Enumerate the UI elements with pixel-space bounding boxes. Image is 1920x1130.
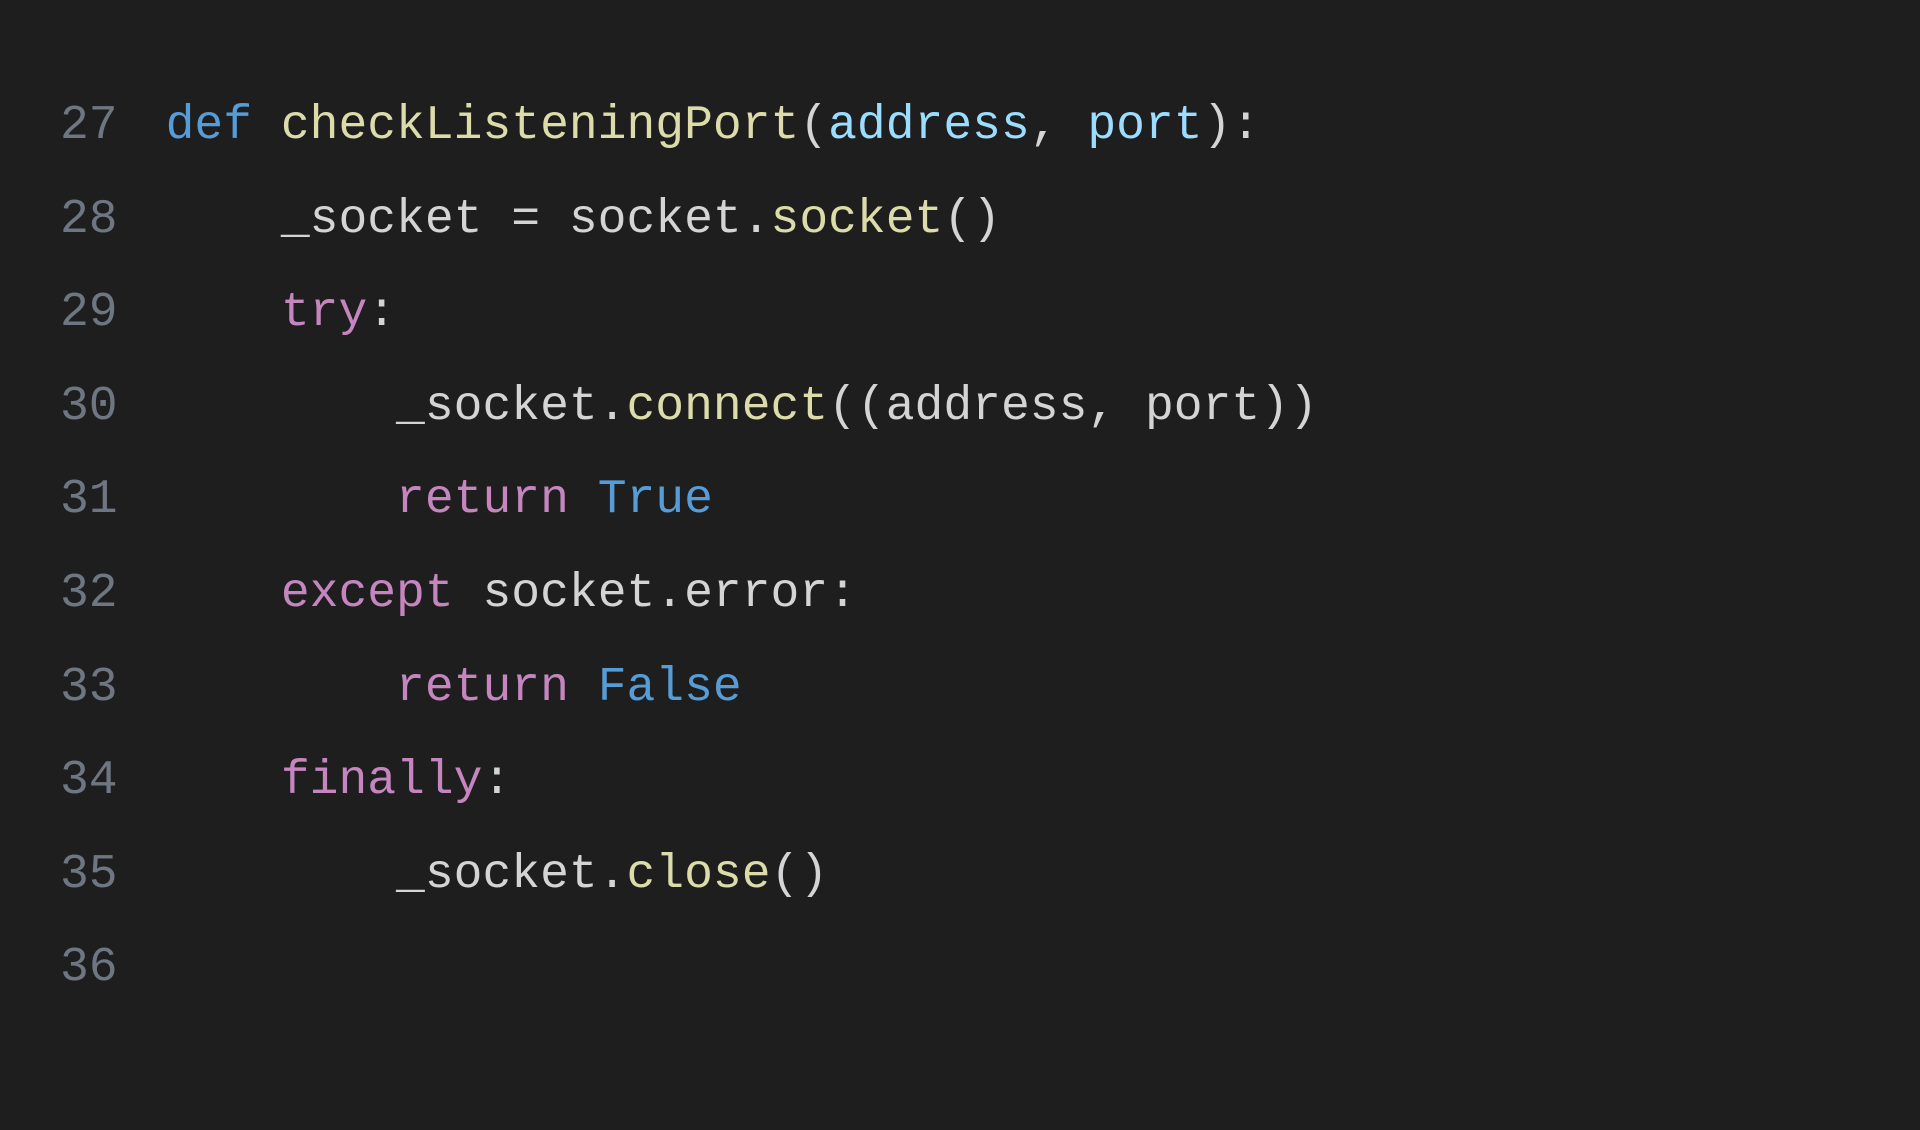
token: : xyxy=(482,754,511,808)
token: error xyxy=(684,567,828,621)
indent xyxy=(166,380,396,434)
token: socket xyxy=(771,193,944,247)
token: finally xyxy=(281,754,483,808)
token: checkListeningPort xyxy=(281,99,799,153)
code-line[interactable]: def checkListeningPort(address, port): xyxy=(166,80,1318,174)
token: (( xyxy=(828,380,886,434)
code-line[interactable]: _socket.close() xyxy=(166,829,1318,923)
line-number: 31 xyxy=(60,454,118,548)
indent xyxy=(166,473,396,527)
code-line[interactable]: return True xyxy=(166,454,1318,548)
line-number-gutter: 27282930313233343536 xyxy=(60,80,166,1016)
token: _socket xyxy=(396,380,598,434)
token: : xyxy=(367,286,396,340)
code-editor[interactable]: 27282930313233343536 def checkListeningP… xyxy=(20,20,1900,1076)
code-line[interactable]: except socket.error: xyxy=(166,548,1318,642)
code-line[interactable]: _socket = socket.socket() xyxy=(166,174,1318,268)
token: socket xyxy=(482,567,655,621)
token: _socket xyxy=(281,193,511,247)
line-number: 30 xyxy=(60,361,118,455)
token: ( xyxy=(799,99,828,153)
token: , xyxy=(1087,380,1145,434)
code-line[interactable]: try: xyxy=(166,267,1318,361)
code-line[interactable] xyxy=(166,922,1318,1016)
token: return xyxy=(396,473,598,527)
token: )) xyxy=(1260,380,1318,434)
token: . xyxy=(598,380,627,434)
token: connect xyxy=(627,380,829,434)
token: address xyxy=(828,99,1030,153)
token: except xyxy=(281,567,483,621)
token: . xyxy=(742,193,771,247)
code-line[interactable]: finally: xyxy=(166,735,1318,829)
indent xyxy=(166,193,281,247)
indent xyxy=(166,848,396,902)
token: return xyxy=(396,661,598,715)
token: port xyxy=(1087,99,1202,153)
token: . xyxy=(598,848,627,902)
token: () xyxy=(771,848,829,902)
line-number: 29 xyxy=(60,267,118,361)
token: def xyxy=(166,99,281,153)
token: port xyxy=(1145,380,1260,434)
indent xyxy=(166,754,281,808)
token: _socket xyxy=(396,848,598,902)
code-line[interactable]: _socket.connect((address, port)) xyxy=(166,361,1318,455)
token: False xyxy=(598,661,742,715)
line-number: 27 xyxy=(60,80,118,174)
token: try xyxy=(281,286,367,340)
line-number: 33 xyxy=(60,642,118,736)
token: . xyxy=(655,567,684,621)
token: : xyxy=(828,567,857,621)
indent xyxy=(166,661,396,715)
token: ): xyxy=(1203,99,1261,153)
line-number: 28 xyxy=(60,174,118,268)
code-line[interactable]: return False xyxy=(166,642,1318,736)
token: = xyxy=(511,193,569,247)
token: () xyxy=(943,193,1001,247)
line-number: 32 xyxy=(60,548,118,642)
indent xyxy=(166,286,281,340)
token: close xyxy=(627,848,771,902)
line-number: 36 xyxy=(60,922,118,1016)
code-area[interactable]: def checkListeningPort(address, port): _… xyxy=(166,80,1318,1016)
line-number: 34 xyxy=(60,735,118,829)
token: , xyxy=(1030,99,1088,153)
indent xyxy=(166,567,281,621)
token: socket xyxy=(569,193,742,247)
token: address xyxy=(886,380,1088,434)
token: True xyxy=(598,473,713,527)
line-number: 35 xyxy=(60,829,118,923)
